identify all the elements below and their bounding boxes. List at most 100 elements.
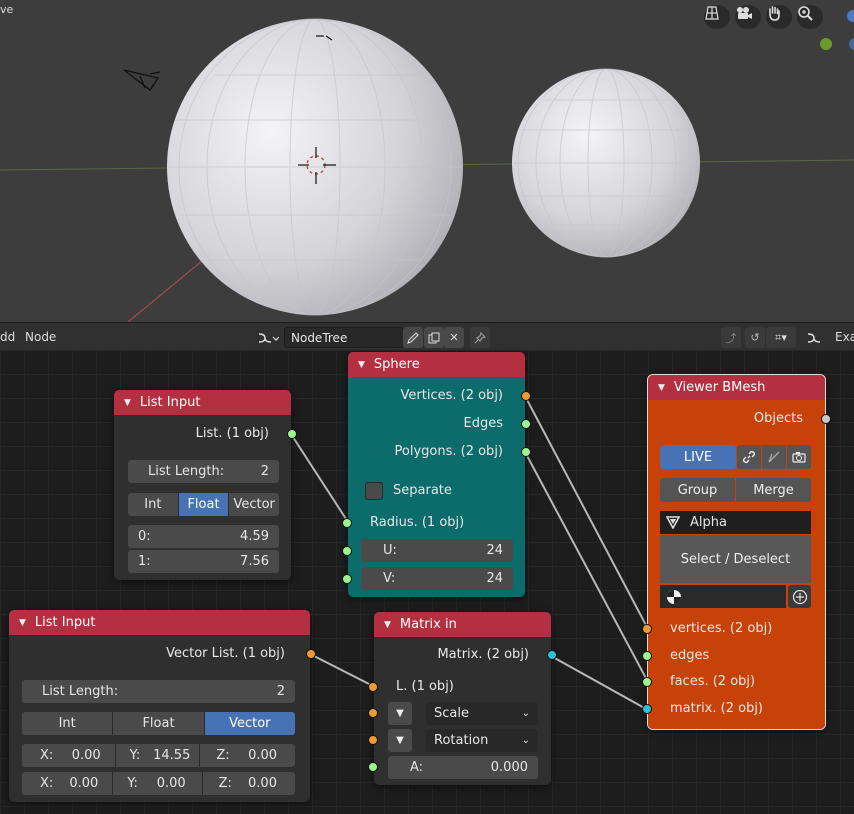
grid-view-button[interactable] bbox=[704, 5, 730, 29]
gizmo-z-axis[interactable] bbox=[847, 10, 854, 22]
pin-button[interactable] bbox=[470, 327, 490, 348]
v-socket[interactable] bbox=[342, 574, 352, 584]
collapse-icon[interactable]: ▼ bbox=[658, 383, 665, 393]
node-menu[interactable]: Node bbox=[25, 330, 56, 344]
rotation-dropdown[interactable]: Rotation ⌄ bbox=[426, 729, 538, 752]
gizmo-y-axis[interactable] bbox=[820, 38, 832, 50]
input-vertices-label: vertices. (2 obj) bbox=[670, 621, 773, 636]
duplicate-tree-button[interactable] bbox=[424, 327, 444, 348]
node-header[interactable]: ▼ List Input bbox=[9, 610, 310, 635]
list-input-node-1[interactable]: ▼ List Input List. (1 obj) List Length: 2… bbox=[114, 390, 297, 580]
scale-socket[interactable] bbox=[368, 708, 378, 718]
item-value: 7.56 bbox=[240, 554, 269, 569]
node-header[interactable]: ▼ Matrix in bbox=[374, 612, 551, 637]
live-toggle-button[interactable]: LIVE bbox=[660, 445, 736, 469]
output-socket[interactable] bbox=[287, 429, 297, 439]
v-field[interactable]: V: 24 bbox=[361, 567, 513, 590]
render-camera-button[interactable] bbox=[787, 445, 811, 469]
3d-viewport[interactable]: ve bbox=[0, 0, 854, 322]
rotation-socket[interactable] bbox=[368, 735, 378, 745]
mode-float[interactable]: Float bbox=[113, 712, 205, 735]
collapse-icon[interactable]: ▼ bbox=[19, 618, 26, 628]
fake-user-button[interactable] bbox=[403, 327, 423, 348]
gizmo-z-neg-axis[interactable] bbox=[849, 38, 854, 50]
x-field[interactable]: X: 0.00 bbox=[22, 744, 116, 767]
edges-input-socket[interactable] bbox=[642, 651, 652, 661]
mode-vector[interactable]: Vector bbox=[204, 712, 295, 735]
output-list-label: List. (1 obj) bbox=[195, 426, 269, 441]
list-input-node-2[interactable]: ▼ List Input Vector List. (1 obj) List Le… bbox=[9, 610, 316, 802]
z-field[interactable]: Z: 0.00 bbox=[202, 772, 295, 795]
matrix-output-socket[interactable] bbox=[547, 650, 557, 660]
camera-view-button[interactable] bbox=[735, 5, 761, 29]
sverchok-icon-button[interactable] bbox=[804, 327, 824, 348]
list-item-0[interactable]: 0: 4.59 bbox=[128, 525, 279, 548]
parent-tree-button[interactable]: ⤴ bbox=[721, 327, 741, 348]
angle-field[interactable]: A: 0.000 bbox=[388, 756, 538, 779]
mode-toggle[interactable]: Int Float Vector bbox=[128, 493, 279, 516]
mode-float[interactable]: Float bbox=[178, 493, 230, 516]
y-field[interactable]: Y: 14.55 bbox=[115, 744, 201, 767]
u-socket[interactable] bbox=[342, 546, 352, 556]
list-item-1[interactable]: 1: 7.56 bbox=[128, 550, 279, 573]
material-selector[interactable] bbox=[660, 585, 786, 608]
rotation-expand-button[interactable]: ▼ bbox=[388, 729, 412, 752]
group-button[interactable]: Group bbox=[660, 478, 735, 502]
polygons-socket[interactable] bbox=[521, 447, 531, 457]
sphere-node[interactable]: ▼ Sphere Vertices. (2 obj) Edges Polygons… bbox=[342, 352, 531, 597]
vector-row-1[interactable]: X: 0.00 Y: 0.00 Z: 0.00 bbox=[22, 772, 295, 795]
mode-toggle[interactable]: Int Float Vector bbox=[22, 712, 295, 735]
mode-vector[interactable]: Vector bbox=[229, 493, 279, 516]
pan-view-button[interactable] bbox=[766, 5, 792, 29]
x-field[interactable]: X: 0.00 bbox=[22, 772, 114, 795]
node-header[interactable]: ▼ List Input bbox=[114, 390, 291, 415]
link-button[interactable] bbox=[737, 445, 761, 469]
collapse-icon[interactable]: ▼ bbox=[384, 620, 391, 630]
y-field[interactable]: Y: 0.00 bbox=[113, 772, 203, 795]
vertices-socket[interactable] bbox=[521, 391, 531, 401]
viewer-bmesh-node[interactable]: ▼ Viewer BMesh Objects LIVE Group Merge A… bbox=[642, 374, 831, 730]
mode-int[interactable]: Int bbox=[22, 712, 114, 735]
mode-int[interactable]: Int bbox=[128, 493, 179, 516]
angle-socket[interactable] bbox=[368, 762, 378, 772]
base-name-field[interactable]: Alpha bbox=[660, 511, 811, 534]
add-menu[interactable]: dd bbox=[0, 330, 15, 344]
select-deselect-button[interactable]: Select / Deselect bbox=[660, 535, 811, 583]
output-socket[interactable] bbox=[306, 649, 316, 659]
example-menu[interactable]: Exa bbox=[835, 330, 854, 344]
node-header[interactable]: ▼ Sphere bbox=[348, 352, 525, 377]
tree-type-selector[interactable] bbox=[254, 327, 282, 348]
list-length-field[interactable]: List Length: 2 bbox=[22, 680, 295, 703]
node-canvas[interactable]: ▼ List Input List. (1 obj) List Length: 2… bbox=[0, 350, 854, 814]
field-value: 0.000 bbox=[490, 760, 528, 775]
matrix-input-socket[interactable] bbox=[642, 704, 652, 714]
add-material-button[interactable] bbox=[788, 585, 811, 608]
snap-toggle-button[interactable]: ↺ bbox=[745, 327, 765, 348]
edges-socket[interactable] bbox=[521, 419, 531, 429]
node-tree-name-field[interactable]: NodeTree bbox=[284, 327, 404, 348]
radius-socket[interactable] bbox=[342, 518, 352, 528]
scale-dropdown[interactable]: Scale ⌄ bbox=[426, 702, 538, 725]
objects-socket[interactable] bbox=[821, 414, 831, 424]
unlink-tree-button[interactable]: ✕ bbox=[444, 327, 464, 348]
faces-input-socket[interactable] bbox=[642, 677, 652, 687]
collapse-icon[interactable]: ▼ bbox=[124, 398, 131, 408]
small-sphere bbox=[512, 68, 700, 258]
edit-icon bbox=[407, 331, 419, 344]
collapse-icon[interactable]: ▼ bbox=[358, 360, 365, 370]
separate-checkbox[interactable] bbox=[365, 482, 383, 500]
z-field[interactable]: Z: 0.00 bbox=[200, 744, 295, 767]
select-arrow-button[interactable] bbox=[762, 445, 786, 469]
zoom-view-button[interactable] bbox=[797, 5, 823, 29]
vertices-input-socket[interactable] bbox=[642, 624, 652, 634]
snap-mode-selector[interactable]: ⌗▾ bbox=[766, 327, 796, 348]
u-field[interactable]: U: 24 bbox=[361, 539, 513, 562]
scale-expand-button[interactable]: ▼ bbox=[388, 702, 412, 725]
vector-row-0[interactable]: X: 0.00 Y: 14.55 Z: 0.00 bbox=[22, 744, 295, 767]
merge-button[interactable]: Merge bbox=[736, 478, 811, 502]
separate-label: Separate bbox=[393, 483, 452, 498]
node-header[interactable]: ▼ Viewer BMesh bbox=[648, 375, 825, 400]
location-socket[interactable] bbox=[368, 682, 378, 692]
matrix-in-node[interactable]: ▼ Matrix in Matrix. (2 obj) L. (1 obj) ▼ … bbox=[368, 612, 557, 785]
list-length-field[interactable]: List Length: 2 bbox=[128, 460, 279, 483]
